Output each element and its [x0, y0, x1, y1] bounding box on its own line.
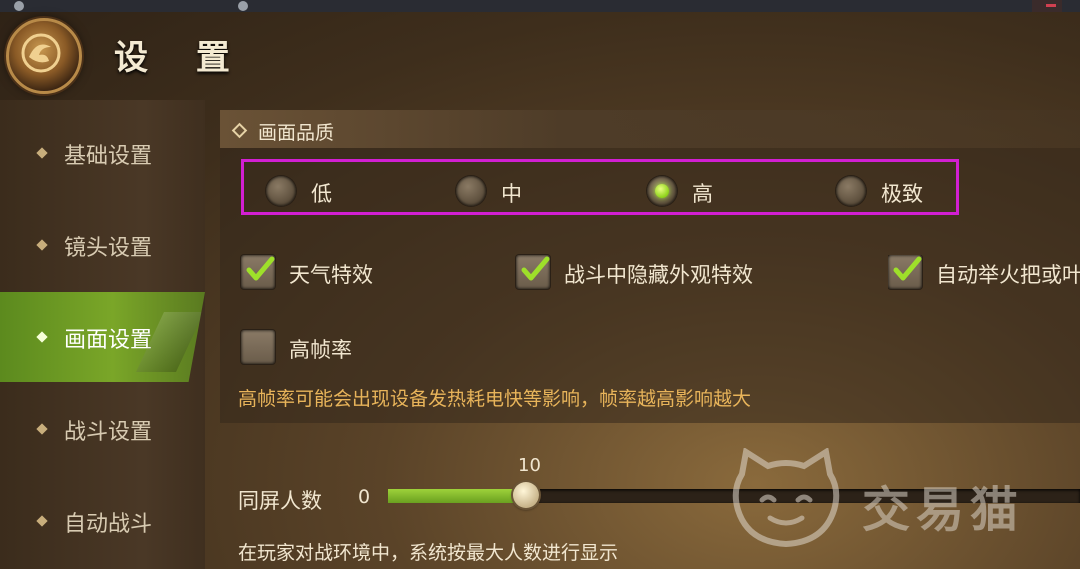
window-title-bar [0, 0, 1080, 12]
players-slider-min: 0 [358, 486, 371, 508]
diamond-bullet-icon [36, 239, 48, 251]
cat-logo-icon [732, 448, 840, 548]
diamond-bullet-icon [36, 331, 48, 343]
page-title: 设 置 [114, 38, 248, 78]
sidebar-item-label: 画面设置 [64, 328, 153, 353]
diamond-bullet-icon [36, 515, 48, 527]
sidebar-item-basic[interactable]: 基础设置 [0, 108, 205, 198]
window-dot-icon [238, 1, 248, 11]
checkbox-label: 自动举火把或叶 [936, 263, 1080, 287]
radio-icon [836, 176, 866, 206]
quality-option-label: 低 [311, 182, 332, 206]
sidebar-item-combat[interactable]: 战斗设置 [0, 384, 205, 474]
checkbox-label: 天气特效 [289, 263, 373, 287]
watermark: 交易猫 [728, 448, 1080, 548]
close-icon[interactable] [1032, 0, 1062, 12]
checkbox-checked-icon [888, 255, 922, 289]
quality-option-label: 高 [692, 182, 713, 206]
quality-option-label: 中 [501, 182, 522, 206]
auto-torch-checkbox[interactable]: 自动举火把或叶 [888, 255, 1080, 291]
checkbox-label: 高帧率 [289, 338, 352, 362]
checkbox-checked-icon [516, 255, 550, 289]
sidebar-item-graphics[interactable]: 画面设置 [0, 292, 205, 382]
players-slider-thumb[interactable] [513, 482, 539, 508]
checkbox-checked-icon [241, 255, 275, 289]
sidebar-item-label: 战斗设置 [64, 420, 153, 445]
diamond-bullet-icon [231, 122, 248, 139]
checkbox-empty-icon [241, 330, 275, 364]
diamond-bullet-icon [36, 147, 48, 159]
game-emblem-icon [6, 18, 82, 94]
sidebar-item-label: 基础设置 [64, 144, 153, 169]
sidebar-item-auto-battle[interactable]: 自动战斗 [0, 476, 205, 566]
quality-option-label: 极致 [881, 182, 923, 206]
high-fps-warning: 高帧率可能会出现设备发热耗电快等影响，帧率越高影响越大 [238, 388, 752, 410]
watermark-text: 交易猫 [862, 482, 1025, 538]
players-slider-fill [388, 489, 526, 503]
sidebar-item-label: 自动战斗 [64, 512, 153, 537]
section-title: 画面品质 [258, 122, 335, 144]
settings-sidebar: 基础设置 镜头设置 画面设置 战斗设置 自动战斗 [0, 100, 205, 569]
window-dot-icon [14, 1, 24, 11]
radio-icon [266, 176, 296, 206]
sidebar-item-camera[interactable]: 镜头设置 [0, 200, 205, 290]
section-header-quality: 画面品质 [220, 110, 1080, 148]
diamond-bullet-icon [36, 423, 48, 435]
players-slider-note: 在玩家对战环境中，系统按最大人数进行显示 [238, 542, 619, 564]
sidebar-item-label: 镜头设置 [64, 236, 153, 261]
radio-selected-icon [647, 176, 677, 206]
radio-icon [456, 176, 486, 206]
checkbox-label: 战斗中隐藏外观特效 [564, 263, 753, 287]
players-slider-value: 10 [518, 455, 541, 476]
players-slider-label: 同屏人数 [238, 489, 322, 513]
